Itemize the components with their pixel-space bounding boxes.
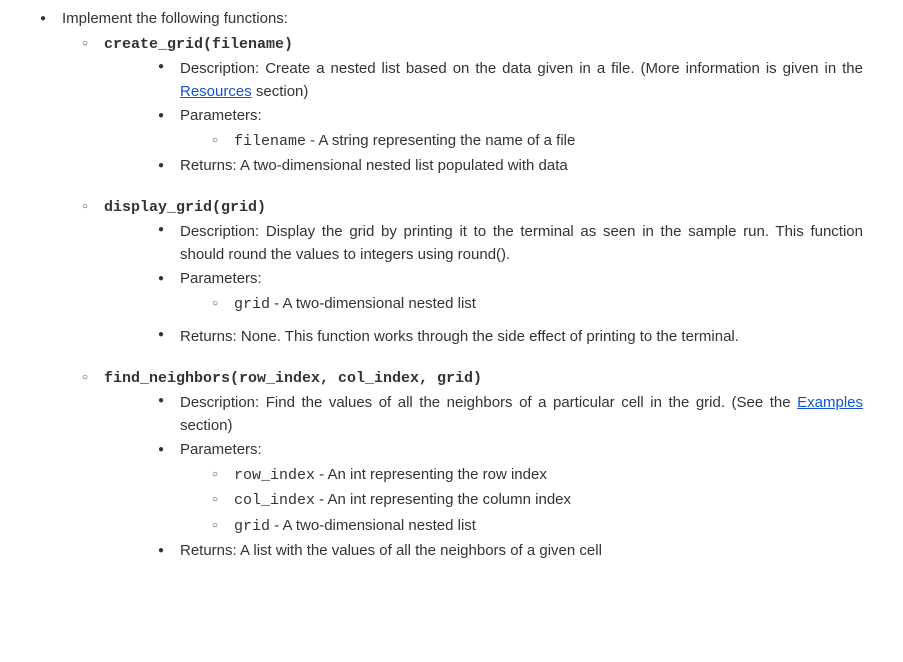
returns-text: A list with the values of all the neighb… (237, 542, 602, 559)
resources-link[interactable]: Resources (180, 83, 252, 100)
returns-label: Returns: (180, 157, 237, 174)
returns-text: None. This function works through the si… (237, 328, 739, 345)
param-desc: - An int representing the row index (315, 466, 547, 483)
param-desc: - An int representing the column index (315, 491, 571, 508)
param-item: grid - A two-dimensional nested list (212, 293, 863, 317)
desc-before: Find the values of all the neighbors of … (266, 394, 797, 411)
function-signature-text: display_grid(grid) (104, 199, 266, 216)
param-name: grid (234, 296, 270, 313)
function-signature: find_neighbors(row_index, col_index, gri… (82, 367, 863, 391)
desc-after: section) (252, 83, 309, 100)
desc-label: Description: (180, 394, 259, 411)
description-text: Description: Create a nested list based … (180, 58, 863, 103)
desc-after: section) (180, 417, 233, 434)
returns-label: Returns: (180, 542, 237, 559)
param-name: filename (234, 133, 306, 150)
param-name: row_index (234, 467, 315, 484)
bullet-icon: ● (158, 58, 180, 103)
desc-label: Description: (180, 223, 259, 240)
examples-link[interactable]: Examples (797, 394, 863, 411)
returns-text: A two-dimensional nested list populated … (237, 157, 568, 174)
top-item-text: Implement the following functions: (62, 10, 288, 27)
desc-body: Display the grid by printing it to the t… (180, 223, 863, 263)
top-item: Implement the following functions: (40, 8, 863, 31)
returns-text-wrap: Returns: None. This function works throu… (180, 326, 863, 349)
param-desc: - A two-dimensional nested list (270, 295, 476, 312)
returns-item: ● Returns: None. This function works thr… (158, 326, 863, 349)
param-name: col_index (234, 492, 315, 509)
document-content: Implement the following functions: creat… (0, 0, 903, 575)
bullet-icon: ● (158, 392, 180, 437)
description-item: ● Description: Create a nested list base… (158, 58, 863, 103)
parameters-item: Parameters: (158, 439, 863, 462)
parameters-label: Parameters: (180, 270, 262, 287)
bullet-icon: ● (158, 326, 180, 349)
function-signature-text: create_grid(filename) (104, 36, 293, 53)
param-desc: - A string representing the name of a fi… (306, 132, 575, 149)
param-item: filename - A string representing the nam… (212, 130, 863, 154)
function-signature-text: find_neighbors(row_index, col_index, gri… (104, 370, 482, 387)
param-item: row_index - An int representing the row … (212, 464, 863, 488)
function-signature: create_grid(filename) (82, 33, 863, 57)
parameters-label: Parameters: (180, 441, 262, 458)
returns-item: Returns: A two-dimensional nested list p… (158, 155, 863, 178)
parameters-item: Parameters: (158, 268, 863, 291)
function-signature: display_grid(grid) (82, 196, 863, 220)
bullet-icon: ● (158, 221, 180, 266)
description-text: Description: Display the grid by printin… (180, 221, 863, 266)
returns-label: Returns: (180, 328, 237, 345)
param-item: col_index - An int representing the colu… (212, 489, 863, 513)
param-desc: - A two-dimensional nested list (270, 517, 476, 534)
returns-item: Returns: A list with the values of all t… (158, 540, 863, 563)
param-name: grid (234, 518, 270, 535)
description-item: ● Description: Display the grid by print… (158, 221, 863, 266)
parameters-label: Parameters: (180, 107, 262, 124)
description-item: ● Description: Find the values of all th… (158, 392, 863, 437)
parameters-item: Parameters: (158, 105, 863, 128)
param-item: grid - A two-dimensional nested list (212, 515, 863, 539)
description-text: Description: Find the values of all the … (180, 392, 863, 437)
desc-before: Create a nested list based on the data g… (265, 60, 863, 77)
desc-label: Description: (180, 60, 259, 77)
